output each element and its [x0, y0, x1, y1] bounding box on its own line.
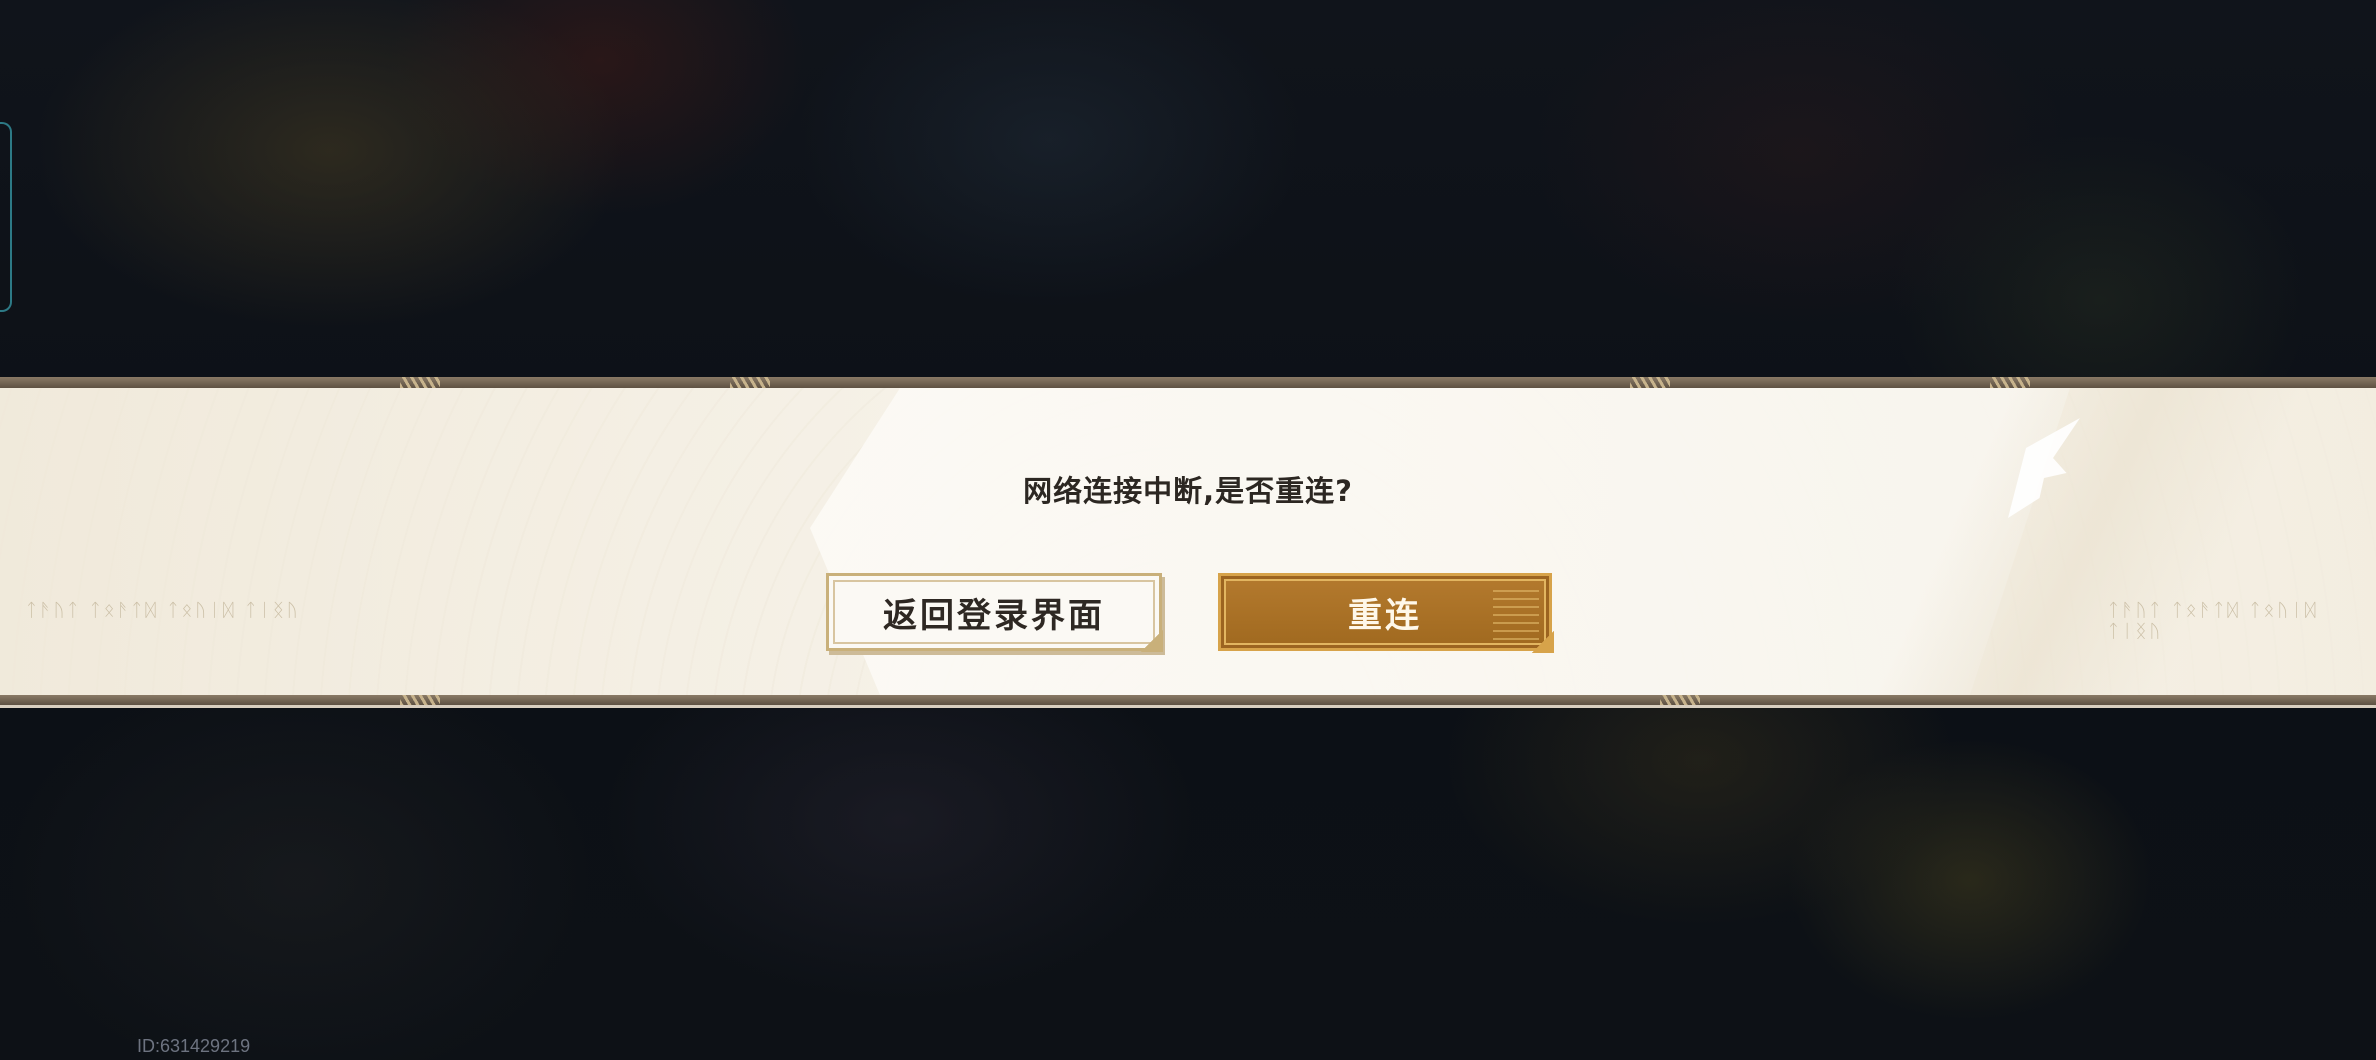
border-stripe: [400, 695, 440, 705]
reconnect-dialog: ᛏᚫᚢᛏ ᛏᛟᚫᛏᛞ ᛏᛟᚢᛁᛞ ᛏᛁᛝᚢ ᛏᚫᚢᛏ ᛏᛟᚫᛏᛞ ᛏᛟᚢᛁᛞ ᛏ…: [0, 377, 2376, 708]
dialog-body: ᛏᚫᚢᛏ ᛏᛟᚫᛏᛞ ᛏᛟᚢᛁᛞ ᛏᛁᛝᚢ ᛏᚫᚢᛏ ᛏᛟᚫᛏᛞ ᛏᛟᚢᛁᛞ ᛏ…: [0, 388, 2376, 695]
decorative-script-right: ᛏᚫᚢᛏ ᛏᛟᚫᛏᛞ ᛏᛟᚢᛁᛞ ᛏᛁᛝᚢ: [2108, 600, 2319, 642]
dialog-top-border: [0, 377, 2376, 388]
border-stripe: [730, 377, 770, 388]
dialog-message: 网络连接中断,是否重连?: [1023, 474, 1353, 508]
player-id: ID:631429219: [137, 1036, 251, 1056]
button-pattern-icon: [1493, 584, 1539, 640]
dialog-right-glint: [1800, 388, 2376, 695]
return-to-login-button[interactable]: 返回登录界面: [826, 573, 1163, 652]
decorative-script-left: ᛏᚫᚢᛏ ᛏᛟᚫᛏᛞ ᛏᛟᚢᛁᛞ ᛏᛁᛝᚢ: [26, 600, 301, 621]
border-stripe: [1990, 377, 2030, 388]
dialog-bottom-border: [0, 695, 2376, 708]
side-panel-tab[interactable]: [0, 122, 12, 312]
border-stripe: [400, 377, 440, 388]
reconnect-label: 重连: [1348, 595, 1422, 636]
game-screen: ᛏᚫᚢᛏ ᛏᛟᚫᛏᛞ ᛏᛟᚢᛁᛞ ᛏᛁᛝᚢ ᛏᚫᚢᛏ ᛏᛟᚫᛏᛞ ᛏᛟᚢᛁᛞ ᛏ…: [0, 0, 2376, 1060]
border-stripe: [1630, 377, 1670, 388]
return-to-login-label: 返回登录界面: [883, 595, 1105, 636]
reconnect-button[interactable]: 重连: [1218, 573, 1554, 653]
border-stripe: [1660, 695, 1700, 705]
